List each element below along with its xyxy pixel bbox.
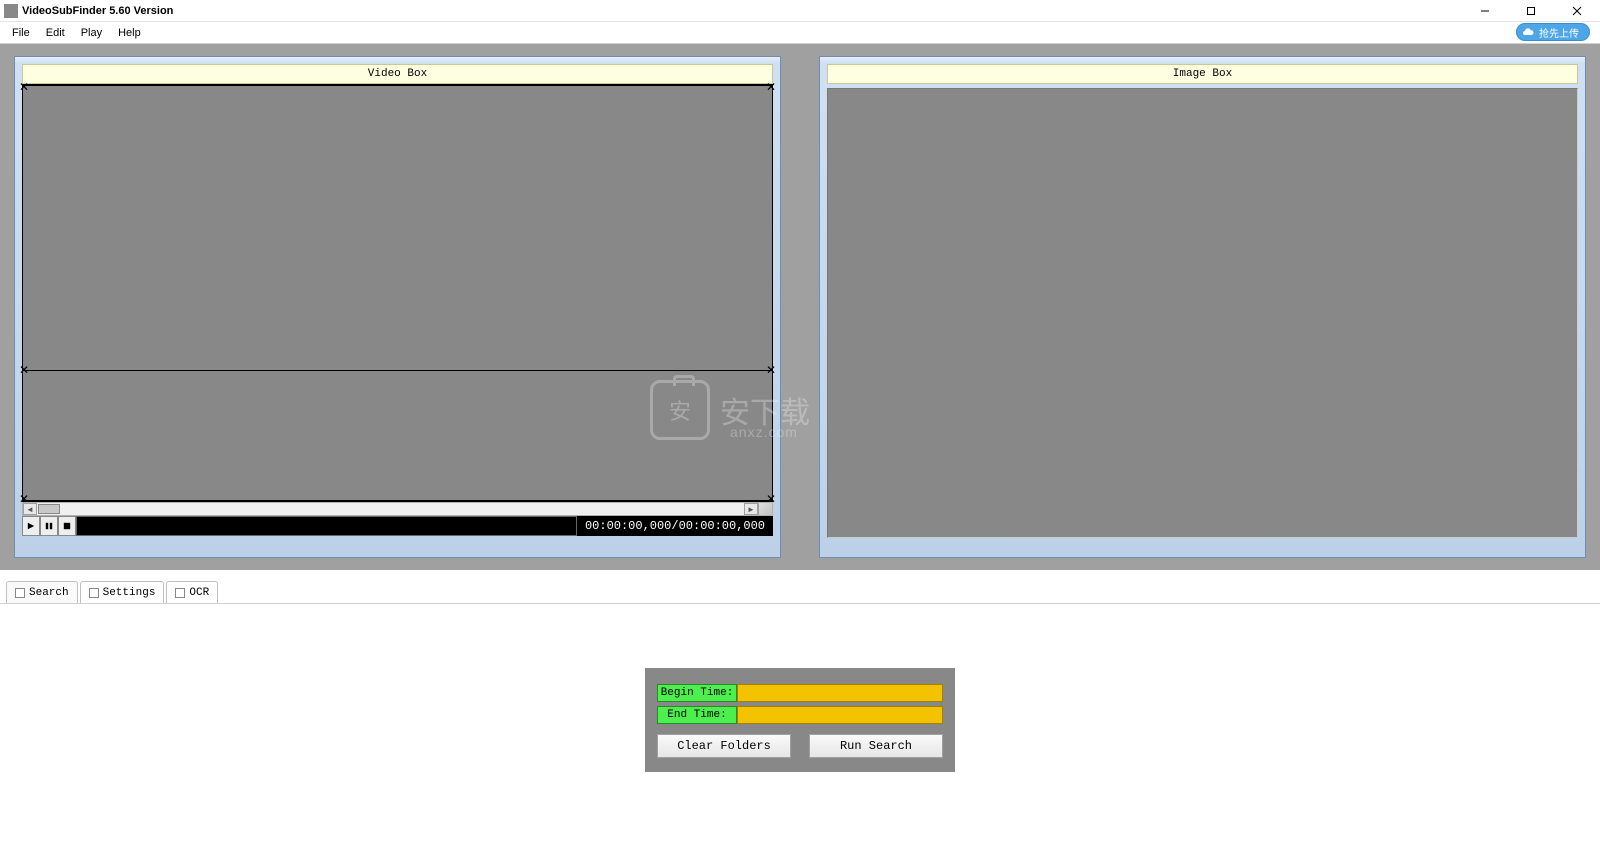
cloud-icon [1521, 25, 1535, 39]
marker-handle[interactable]: ✕ [19, 364, 29, 376]
tab-label: Search [29, 587, 69, 599]
window-title: VideoSubFinder 5.60 Version [22, 5, 173, 17]
menu-help[interactable]: Help [110, 25, 149, 41]
end-time-label: End Time: [657, 706, 737, 724]
clear-folders-button[interactable]: Clear Folders [657, 734, 791, 758]
horizontal-scrollbar[interactable]: ◄ ► [22, 502, 773, 516]
menu-play[interactable]: Play [73, 25, 110, 41]
pause-button[interactable] [40, 516, 58, 536]
begin-time-input[interactable] [737, 684, 943, 702]
tab-ocr[interactable]: OCR [166, 581, 218, 603]
end-time-input[interactable] [737, 706, 943, 724]
end-time-row: End Time: [657, 706, 943, 724]
marker-handle[interactable]: ✕ [766, 364, 776, 376]
image-surface [827, 88, 1578, 538]
tab-settings[interactable]: Settings [80, 581, 165, 603]
tab-strip: Search Settings OCR [0, 580, 1600, 604]
menu-bar: File Edit Play Help 抢先上传 [0, 22, 1600, 44]
play-button[interactable] [22, 516, 40, 536]
timecode-display: 00:00:00,000/00:00:00,000 [577, 516, 773, 536]
menu-file[interactable]: File [4, 25, 38, 41]
video-box-label: Video Box [22, 64, 773, 84]
video-panel: Video Box ✕ ✕ ✕ ✕ ✕ ✕ ◄ ► [14, 56, 781, 558]
marker-handle[interactable]: ✕ [766, 493, 776, 505]
close-button[interactable] [1554, 0, 1600, 22]
tab-checkbox[interactable] [89, 588, 99, 598]
button-row: Clear Folders Run Search [657, 734, 943, 758]
marker-handle[interactable]: ✕ [19, 81, 29, 93]
maximize-button[interactable] [1508, 0, 1554, 22]
begin-time-label: Begin Time: [657, 684, 737, 702]
minimize-button[interactable] [1462, 0, 1508, 22]
begin-time-row: Begin Time: [657, 684, 943, 702]
image-panel: Image Box [819, 56, 1586, 558]
work-area: Video Box ✕ ✕ ✕ ✕ ✕ ✕ ◄ ► [0, 44, 1600, 570]
tab-checkbox[interactable] [175, 588, 185, 598]
playback-bar: 00:00:00,000/00:00:00,000 [22, 516, 773, 536]
window-controls [1462, 0, 1600, 22]
upload-pill[interactable]: 抢先上传 [1516, 23, 1590, 41]
tab-label: OCR [189, 587, 209, 599]
upload-label: 抢先上传 [1539, 25, 1579, 40]
search-tab-pane: Begin Time: End Time: Clear Folders Run … [0, 604, 1600, 836]
tab-checkbox[interactable] [15, 588, 25, 598]
tab-label: Settings [103, 587, 156, 599]
run-search-button[interactable]: Run Search [809, 734, 943, 758]
image-box-label: Image Box [827, 64, 1578, 84]
seek-track[interactable] [76, 516, 577, 536]
app-icon [4, 4, 18, 18]
marker-handle[interactable]: ✕ [19, 493, 29, 505]
tab-search[interactable]: Search [6, 581, 78, 603]
title-bar: VideoSubFinder 5.60 Version [0, 0, 1600, 22]
marker-handle[interactable]: ✕ [766, 81, 776, 93]
video-surface[interactable]: ✕ ✕ ✕ ✕ ✕ ✕ [22, 84, 773, 502]
control-panel: Begin Time: End Time: Clear Folders Run … [645, 668, 955, 772]
stop-button[interactable] [58, 516, 76, 536]
menu-edit[interactable]: Edit [38, 25, 73, 41]
scroll-thumb[interactable] [38, 504, 60, 514]
scroll-right-icon[interactable]: ► [744, 503, 758, 515]
